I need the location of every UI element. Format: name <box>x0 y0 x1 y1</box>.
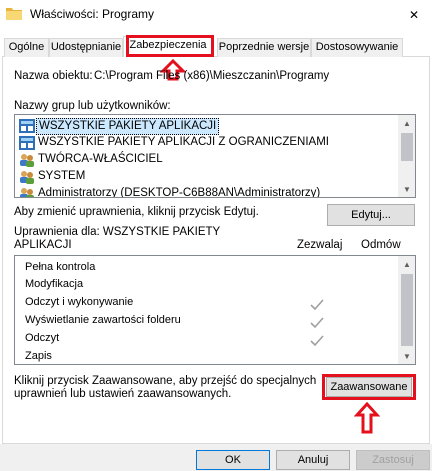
edit-hint: Aby zmienić uprawnienia, kliknij przycis… <box>14 206 259 218</box>
check-icon <box>310 317 324 329</box>
permission-row: Pełna kontrola <box>25 261 95 278</box>
permission-row: Odczyt <box>25 332 59 349</box>
users-group-icon <box>20 154 34 167</box>
group-name: TWÓRCA-WŁAŚCICIEL <box>38 153 163 165</box>
ok-button[interactable]: OK <box>196 450 270 470</box>
scroll-up-icon[interactable]: ▲ <box>399 256 415 272</box>
advanced-hint-cont: uprawnień lub ustawień zaawansowanych. <box>14 388 232 400</box>
scroll-down-icon[interactable]: ▼ <box>399 181 415 197</box>
list-item[interactable]: SYSTEM <box>17 169 393 186</box>
allow-column-header: Zezwalaj <box>297 239 343 251</box>
window-title: Właściwości: Programy <box>30 7 155 21</box>
tab-label: Ogólne <box>8 41 45 53</box>
check-icon <box>310 335 324 347</box>
cancel-button[interactable]: Anuluj <box>276 450 350 470</box>
users-group-icon <box>20 171 34 184</box>
permission-row: Odczyt i wykonywanie <box>25 296 133 313</box>
tab-sharing[interactable]: Udostępnianie <box>49 38 123 57</box>
deny-column-header: Odmów <box>361 239 401 251</box>
scroll-thumb[interactable] <box>401 133 413 161</box>
permission-row: Wyświetlanie zawartości folderu <box>25 314 181 331</box>
permissions-for-label: Uprawnienia dla: WSZYSTKIE PAKIETY <box>14 226 221 238</box>
tab-general[interactable]: Ogólne <box>4 38 49 57</box>
scroll-thumb[interactable] <box>401 274 413 346</box>
group-name: WSZYSTKIE PAKIETY APLIKACJI Z OGRANICZEN… <box>38 136 329 148</box>
advanced-button[interactable]: Zaawansowane <box>326 377 412 397</box>
list-item[interactable]: TWÓRCA-WŁAŚCICIEL <box>17 152 393 169</box>
group-name: Administratorzy (DESKTOP-C6B88AN\Adminis… <box>38 187 321 198</box>
object-name-label: Nazwa obiektu: <box>14 70 93 82</box>
groups-label: Nazwy grup lub użytkowników: <box>14 100 171 112</box>
folder-icon <box>6 8 22 20</box>
edit-button[interactable]: Edytuj... <box>327 204 415 226</box>
permissions-scrollbar[interactable]: ▲ ▼ <box>398 256 415 364</box>
groups-scrollbar[interactable]: ▲ ▼ <box>398 115 415 197</box>
permission-name: Modyfikacja <box>25 278 84 290</box>
users-group-icon <box>20 188 34 197</box>
list-item[interactable]: WSZYSTKIE PAKIETY APLIKACJI Z OGRANICZEN… <box>17 135 393 152</box>
tab-label: Dostosowywanie <box>315 41 399 53</box>
permission-row: Modyfikacja <box>25 278 83 295</box>
tab-highlight-box <box>126 35 214 57</box>
list-item[interactable]: WSZYSTKIE PAKIETY APLIKACJI <box>17 118 393 135</box>
permissions-listbox[interactable]: Pełna kontrola Modyfikacja Odczyt i wyko… <box>14 255 416 365</box>
up-arrow-icon <box>354 402 380 434</box>
permission-name: Zapis <box>25 350 52 362</box>
groups-listbox[interactable]: WSZYSTKIE PAKIETY APLIKACJI WSZYSTKIE PA… <box>14 114 416 198</box>
app-package-icon <box>19 119 35 133</box>
permission-name: Wyświetlanie zawartości folderu <box>25 314 181 326</box>
close-button[interactable]: ✕ <box>400 4 428 26</box>
tab-label: Udostępnianie <box>50 41 122 53</box>
permission-name: Odczyt <box>25 332 60 344</box>
check-icon <box>310 299 324 311</box>
tab-previous-versions[interactable]: Poprzednie wersje <box>217 38 311 57</box>
permission-row: Zapis <box>25 350 52 364</box>
permission-name: Odczyt i wykonywanie <box>25 296 134 308</box>
permission-name: Pełna kontrola <box>25 261 96 273</box>
list-item[interactable]: Administratorzy (DESKTOP-C6B88AN\Adminis… <box>17 186 393 198</box>
scroll-down-icon[interactable]: ▼ <box>399 348 415 364</box>
tab-label: Poprzednie wersje <box>218 41 310 53</box>
permissions-for-label-cont: APLIKACJI <box>14 239 72 251</box>
advanced-hint: Kliknij przycisk Zaawansowane, aby przej… <box>14 375 317 387</box>
scroll-up-icon[interactable]: ▲ <box>399 115 415 131</box>
tab-customize[interactable]: Dostosowywanie <box>311 38 403 57</box>
app-package-icon <box>19 136 35 150</box>
group-name: WSZYSTKIE PAKIETY APLIKACJI <box>36 118 220 135</box>
object-name-value: C:\Program Files (x86)\Mieszczanin\Progr… <box>94 70 330 82</box>
apply-button[interactable]: Zastosuj <box>356 450 430 470</box>
group-name: SYSTEM <box>38 170 86 182</box>
close-icon: ✕ <box>408 8 420 22</box>
